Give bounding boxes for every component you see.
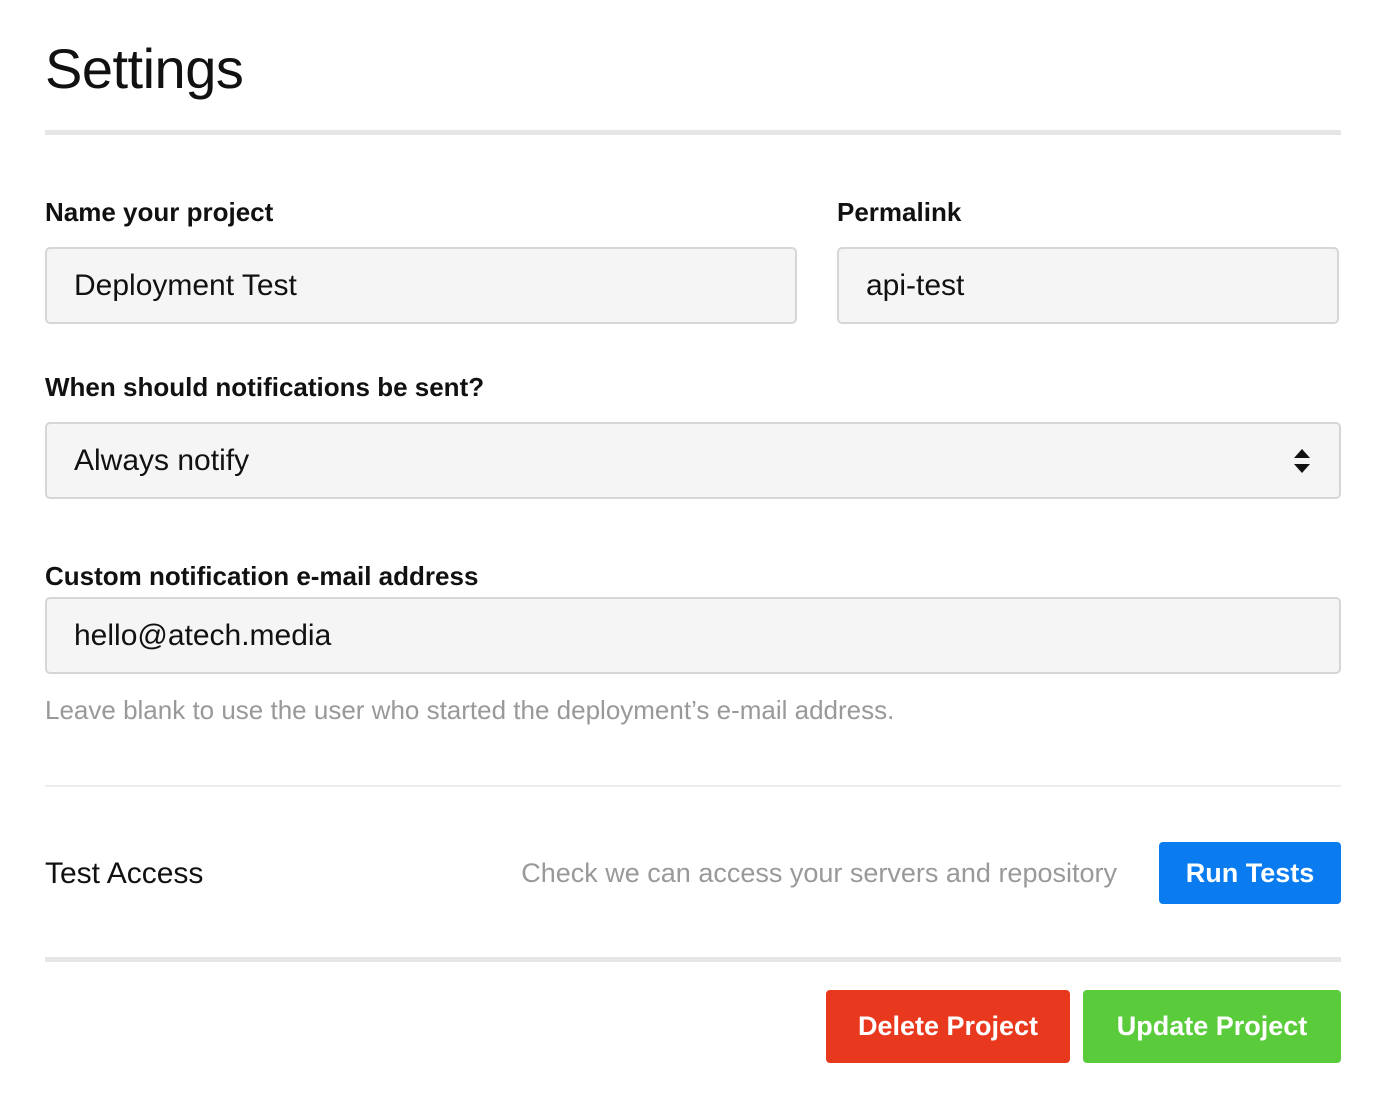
updown-chevrons-icon — [1292, 448, 1312, 474]
project-name-input[interactable] — [45, 247, 797, 324]
project-name-label: Name your project — [45, 197, 274, 227]
notifications-label: When should notifications be sent? — [45, 372, 485, 402]
notifications-select[interactable]: Always notify — [45, 422, 1341, 499]
delete-project-button[interactable]: Delete Project — [826, 990, 1070, 1063]
update-project-button[interactable]: Update Project — [1083, 990, 1341, 1063]
custom-email-hint: Leave blank to use the user who started … — [45, 695, 895, 725]
test-access-title: Test Access — [45, 857, 204, 890]
section-divider — [45, 785, 1341, 787]
page-title: Settings — [45, 37, 244, 100]
title-divider — [45, 130, 1341, 135]
permalink-label: Permalink — [837, 197, 962, 227]
test-access-description: Check we can access your servers and rep… — [521, 858, 1117, 888]
custom-email-input[interactable] — [45, 597, 1341, 674]
actions-divider — [45, 957, 1341, 962]
notifications-selected-value: Always notify — [74, 443, 250, 477]
run-tests-button[interactable]: Run Tests — [1159, 842, 1341, 904]
custom-email-label: Custom notification e-mail address — [45, 561, 479, 591]
permalink-input[interactable] — [837, 247, 1339, 324]
settings-page: Settings Name your project Permalink Whe… — [45, 0, 1341, 1110]
